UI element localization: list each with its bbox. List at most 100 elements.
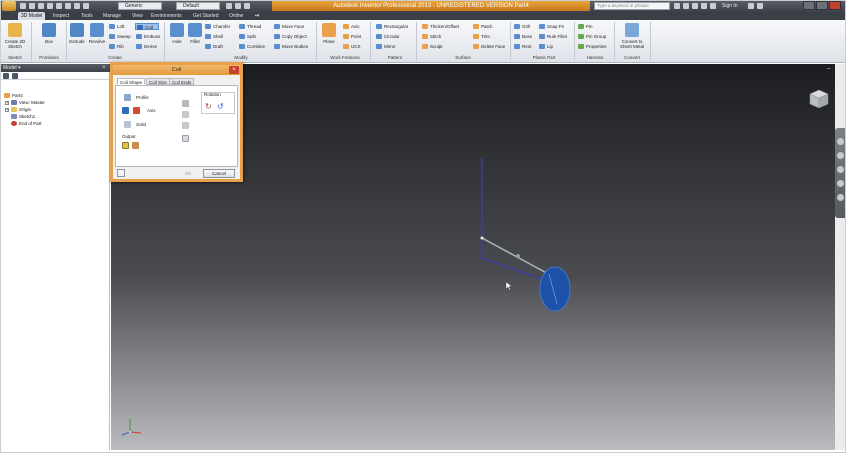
new-solid-icon[interactable]: [182, 135, 189, 142]
home-icon[interactable]: [65, 3, 71, 9]
solid-output-icon[interactable]: [122, 142, 129, 149]
axis-select-icon[interactable]: [122, 107, 129, 114]
thicken-offset-button[interactable]: Thicken/Offset: [421, 23, 459, 30]
derive-button[interactable]: Derive: [135, 43, 157, 50]
customize-icon[interactable]: [244, 3, 250, 9]
help-icon[interactable]: [117, 169, 125, 177]
cut-icon[interactable]: [182, 111, 189, 118]
coil-profile-circle[interactable]: [539, 266, 571, 312]
combine-button[interactable]: Combine: [238, 43, 265, 50]
profile-select-icon[interactable]: [124, 94, 131, 101]
coil-dialog-title[interactable]: Coil: [113, 65, 240, 75]
new-icon[interactable]: [20, 3, 26, 9]
delete-face-button[interactable]: Delete Face: [472, 43, 505, 50]
tab-get-started[interactable]: Get Started: [190, 12, 222, 20]
point-button[interactable]: Point: [342, 33, 361, 40]
user-icon[interactable]: [710, 3, 716, 9]
help-search-input[interactable]: Type a keyword or phrase: [594, 2, 670, 10]
orbit-icon[interactable]: [837, 180, 844, 187]
extrude-button[interactable]: Extrude: [66, 22, 88, 52]
open-icon[interactable]: [29, 3, 35, 9]
move-bodies-button[interactable]: Move Bodies: [273, 43, 308, 50]
tab-coil-shape[interactable]: Coil Shape: [117, 78, 146, 85]
plane-button[interactable]: Plane: [318, 22, 340, 52]
loft-button[interactable]: Loft: [108, 23, 125, 30]
tab-online[interactable]: Online: [226, 12, 246, 20]
expand-icon[interactable]: +: [5, 108, 9, 112]
appearance-dropdown[interactable]: Generic: [118, 2, 162, 10]
zoom-icon[interactable]: [837, 166, 844, 173]
tab-tools[interactable]: Tools: [78, 12, 96, 20]
minimize-button[interactable]: [803, 1, 815, 10]
counterclockwise-icon[interactable]: ↺: [217, 103, 227, 111]
rule-fillet-button[interactable]: Rule Fillet: [538, 33, 567, 40]
surface-output-icon[interactable]: [132, 142, 139, 149]
patch-button[interactable]: Patch: [472, 23, 493, 30]
update-icon[interactable]: [74, 3, 80, 9]
communication-icon[interactable]: [692, 3, 698, 9]
create-2d-sketch-button[interactable]: Create 2D Sketch: [4, 22, 26, 52]
convert-to-sheet-metal-button[interactable]: Convert to Sheet Metal: [618, 22, 646, 52]
thread-button[interactable]: Thread: [238, 23, 261, 30]
save-icon[interactable]: [38, 3, 44, 9]
maximize-button[interactable]: [816, 1, 828, 10]
shell-button[interactable]: Shell: [204, 33, 223, 40]
application-menu-button[interactable]: [2, 1, 16, 11]
split-button[interactable]: Split: [238, 33, 256, 40]
mirror-button[interactable]: Mirror: [375, 43, 396, 50]
stitch-button[interactable]: Stitch: [421, 33, 441, 40]
sign-in-link[interactable]: Sign In: [722, 2, 738, 10]
lip-button[interactable]: Lip: [538, 43, 553, 50]
rest-button[interactable]: Rest: [513, 43, 531, 50]
tab-more-icon[interactable]: ▪▾: [252, 12, 262, 20]
sculpt-button[interactable]: Sculpt: [421, 43, 443, 50]
help-icon[interactable]: [757, 3, 763, 9]
favorites-icon[interactable]: [701, 3, 707, 9]
find-icon[interactable]: [12, 73, 18, 79]
intersect-icon[interactable]: [182, 122, 189, 129]
box-button[interactable]: Box: [38, 22, 60, 52]
coil-button[interactable]: Coil: [135, 23, 159, 30]
close-window-button[interactable]: [829, 1, 841, 10]
draft-button[interactable]: Draft: [204, 43, 223, 50]
flip-axis-icon[interactable]: [133, 107, 140, 114]
tab-view[interactable]: View: [129, 12, 146, 20]
pin-group-button[interactable]: Pin Group: [577, 33, 606, 40]
tab-manage[interactable]: Manage: [100, 12, 124, 20]
model-browser-header[interactable]: Model ▾ ×: [0, 64, 110, 72]
clockwise-icon[interactable]: ↻: [205, 103, 215, 111]
copy-object-button[interactable]: Copy Object: [273, 33, 307, 40]
revolve-button[interactable]: Revolve: [86, 22, 108, 52]
material-dropdown[interactable]: Default: [176, 2, 220, 10]
axis-button[interactable]: Axis: [342, 23, 360, 30]
subscription-icon[interactable]: [683, 3, 689, 9]
tab-inspect[interactable]: Inspect: [50, 12, 72, 20]
tab-coil-size[interactable]: Coil Size: [146, 78, 170, 85]
search-icon[interactable]: [674, 3, 680, 9]
pin-button[interactable]: Pin: [577, 23, 593, 30]
tab-coil-ends[interactable]: Coil Ends: [169, 78, 195, 85]
rectangular-pattern-button[interactable]: Rectangular: [375, 23, 408, 30]
trim-button[interactable]: Trim: [472, 33, 490, 40]
tab-environments[interactable]: Environments: [148, 12, 185, 20]
emboss-button[interactable]: Emboss: [135, 33, 160, 40]
color-icon[interactable]: [235, 3, 241, 9]
ok-button[interactable]: OK: [177, 169, 199, 178]
fillet-button[interactable]: Fillet: [184, 22, 206, 52]
select-icon[interactable]: [83, 3, 89, 9]
pan-icon[interactable]: [837, 152, 844, 159]
cancel-button[interactable]: Cancel: [203, 169, 235, 178]
close-icon[interactable]: ×: [229, 66, 239, 74]
boss-button[interactable]: Boss: [513, 33, 532, 40]
sweep-button[interactable]: Sweep: [108, 33, 131, 40]
filter-icon[interactable]: [3, 73, 9, 79]
tab-3d-model[interactable]: 3D Model: [18, 12, 46, 20]
exchange-icon[interactable]: [748, 3, 754, 9]
chamfer-button[interactable]: Chamfer: [204, 23, 230, 30]
steering-wheel-icon[interactable]: [837, 138, 844, 145]
circular-pattern-button[interactable]: Circular: [375, 33, 400, 40]
grill-button[interactable]: Grill: [513, 23, 530, 30]
join-icon[interactable]: [182, 100, 189, 107]
redo-icon[interactable]: [56, 3, 62, 9]
undo-icon[interactable]: [47, 3, 53, 9]
